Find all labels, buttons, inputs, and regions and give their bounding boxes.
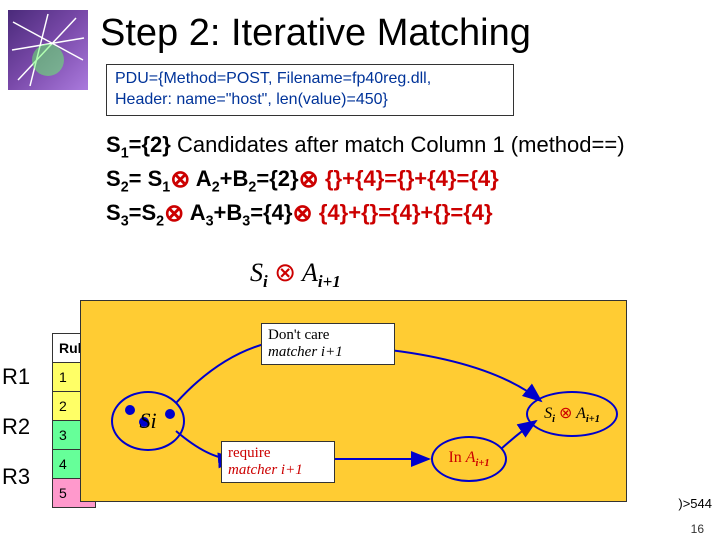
s2-line: S2= S1⊗ A2+B2={2}⊗ {}+{4}={}+{4}={4}	[106, 164, 625, 198]
result-node: Si ⊗ Ai+1	[526, 391, 618, 437]
formula-si-ai: Si ⊗ Ai+1	[250, 258, 341, 292]
slide-logo	[8, 10, 88, 90]
peek-text: )>544	[678, 496, 712, 511]
pdu-box: PDU={Method=POST, Filename=fp40reg.dll, …	[106, 64, 514, 116]
otimes-icon: ⊗	[292, 198, 312, 231]
r2-label: R2	[2, 414, 30, 464]
r-labels: R1 R2 R3	[2, 364, 30, 514]
matching-diagram: Si Don't care matcher i+1 require matche…	[80, 300, 627, 502]
otimes-icon: ⊗	[299, 164, 319, 197]
si-node: Si	[111, 391, 185, 451]
otimes-icon: ⊗	[164, 198, 184, 231]
s3-line: S3=S2⊗ A3+B3={4}⊗ {4}+{}={4}+{}={4}	[106, 198, 625, 232]
sets-block: S1={2} Candidates after match Column 1 (…	[106, 130, 625, 231]
r1-label: R1	[2, 364, 30, 414]
require-label: require matcher i+1	[221, 441, 335, 483]
r3-label: R3	[2, 464, 30, 514]
in-a-node: In Ai+1	[431, 436, 507, 482]
dontcare-label: Don't care matcher i+1	[261, 323, 395, 365]
pdu-line1: PDU={Method=POST, Filename=fp40reg.dll,	[115, 69, 505, 90]
page-number: 16	[691, 522, 704, 536]
logo-lines	[8, 10, 88, 90]
slide-title: Step 2: Iterative Matching	[100, 12, 531, 55]
s1-line: S1={2} Candidates after match Column 1 (…	[106, 130, 625, 164]
pdu-line2: Header: name="host", len(value)=450}	[115, 90, 505, 111]
otimes-icon: ⊗	[170, 164, 190, 197]
